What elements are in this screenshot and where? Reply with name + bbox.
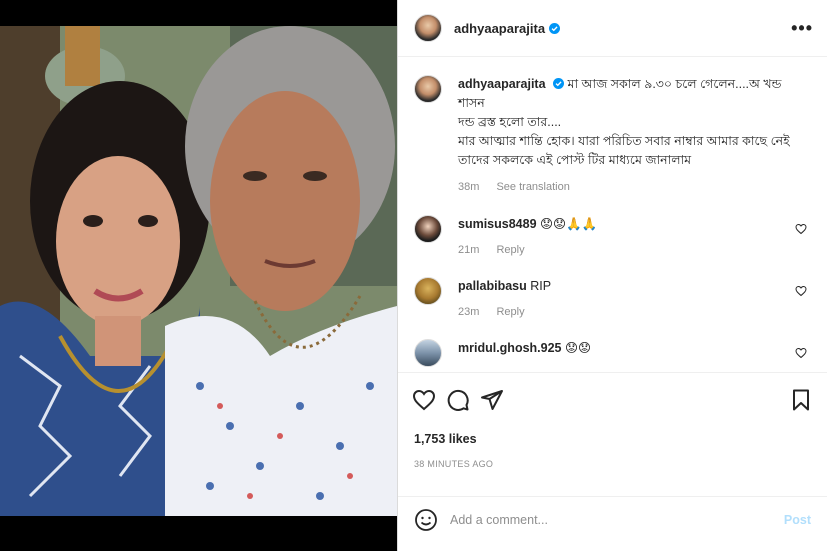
commenter-username[interactable]: mridul.ghosh.925 [458,341,562,355]
caption-author-avatar[interactable] [414,75,442,103]
heart-icon[interactable] [412,388,436,412]
author-username[interactable]: adhyaaparajita [454,21,545,36]
caption-meta: 38m See translation [458,178,811,197]
comment-icon[interactable] [446,388,470,412]
bookmark-icon[interactable] [789,388,813,412]
verified-badge-icon [553,78,565,89]
more-options-button[interactable]: ••• [791,18,813,39]
photo-frame [0,0,397,551]
commenter-avatar[interactable] [414,215,442,243]
reply-button[interactable]: Reply [496,244,524,256]
comment-input[interactable] [448,512,784,528]
post-header: adhyaaparajita ••• [398,0,827,57]
comment-item: mridul.ghosh.925 😟😟 [414,339,811,367]
caption-line: দন্ড ব্রস্ত হলো তার.... [458,115,562,129]
smiley-icon[interactable] [414,508,438,532]
comment-time[interactable]: 21m [458,244,479,256]
likes-count[interactable]: 1,753 likes [414,432,477,446]
author-avatar[interactable] [414,14,442,42]
add-comment-bar: Post [398,496,827,543]
post-actions-bar [412,380,813,420]
comment-meta: 23m Reply [458,303,551,321]
commenter-avatar[interactable] [414,277,442,305]
comment-meta: 21m Reply [458,241,597,259]
comments-list[interactable]: adhyaaparajita মা আজ সকাল ৯.৩০ চলে গেলেন… [398,57,827,370]
comment-like-heart-icon[interactable] [795,223,807,235]
post-photo-illustration [0,26,397,516]
caption-username[interactable]: adhyaaparajita [458,77,546,91]
post-caption: adhyaaparajita মা আজ সকাল ৯.৩০ চলে গেলেন… [414,75,811,197]
comment-time[interactable]: 23m [458,306,479,318]
comment-like-heart-icon[interactable] [795,347,807,359]
divider [398,372,827,373]
commenter-username[interactable]: sumisus8489 [458,217,537,231]
post-detail-panel: adhyaaparajita ••• adhyaaparajita মা আজ … [397,0,827,551]
comment-text: RIP [530,279,552,293]
caption-line: তাদের সকলকে এই পোস্ট টির মাধ্যমে জানালাম [458,153,692,167]
comment-like-heart-icon[interactable] [795,285,807,297]
comment-item: sumisus8489 😟😟🙏🙏 21m Reply [414,215,811,259]
caption-line: মার আত্মার শান্তি হোক। যারা পরিচিত সবার … [458,134,790,148]
see-translation-link[interactable]: See translation [496,181,569,193]
caption-time[interactable]: 38m [458,181,479,193]
commenter-avatar[interactable] [414,339,442,367]
comment-text: 😟😟 [564,341,592,355]
commenter-username[interactable]: pallabibasu [458,279,527,293]
post-photo[interactable] [0,26,397,516]
post-timestamp[interactable]: 38 MINUTES AGO [414,459,493,469]
reply-button[interactable]: Reply [496,306,524,318]
comment-text: 😟😟🙏🙏 [540,217,598,231]
verified-badge-icon [549,22,561,34]
post-comment-button[interactable]: Post [784,513,811,527]
paper-plane-icon[interactable] [480,388,504,412]
comment-item: pallabibasu RIP 23m Reply [414,277,811,321]
